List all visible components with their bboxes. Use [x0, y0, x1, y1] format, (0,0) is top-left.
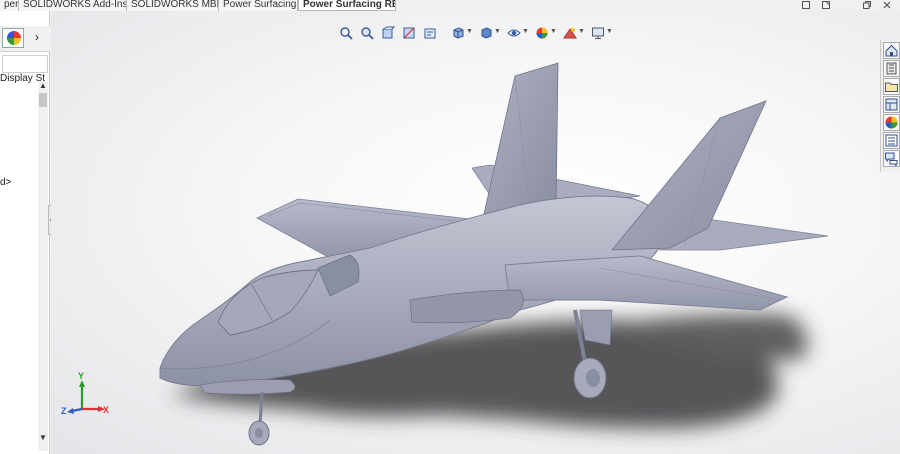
task-pane-tabs: [880, 40, 900, 172]
display-style-dropdown-icon[interactable]: ▼: [494, 28, 501, 35]
view-settings-dropdown-icon[interactable]: ▼: [606, 28, 613, 35]
panel-tab-bar: ›: [0, 26, 50, 52]
scroll-down-icon[interactable]: ▼: [38, 433, 48, 443]
chevron-right-icon[interactable]: ›: [35, 30, 47, 46]
hide-show-dropdown-icon[interactable]: ▼: [522, 28, 529, 35]
dynamic-annotation-views-icon[interactable]: [421, 24, 439, 42]
apply-scene-icon[interactable]: [561, 24, 579, 42]
file-explorer-icon[interactable]: [883, 78, 900, 95]
tab-solidworks-add-ins[interactable]: SOLIDWORKS Add-Ins: [19, 0, 127, 11]
custom-properties-icon[interactable]: [883, 132, 900, 149]
triad-y-label: Y: [78, 371, 85, 381]
appearances-scenes-icon[interactable]: [883, 114, 900, 131]
tab-power-surfacing-re[interactable]: Power Surfacing RE: [298, 0, 396, 11]
restore-icon[interactable]: [799, 0, 813, 11]
hide-show-items-icon[interactable]: [505, 24, 523, 42]
view-orientation-dropdown-icon[interactable]: ▼: [466, 28, 473, 35]
restore-down-icon[interactable]: [860, 0, 874, 11]
scene-dropdown-icon[interactable]: ▼: [578, 28, 585, 35]
zoom-to-area-icon[interactable]: [358, 24, 376, 42]
reference-triad: Y Z X: [60, 371, 110, 420]
appearance-ball-icon: [7, 31, 21, 45]
forum-icon[interactable]: [883, 150, 900, 167]
view-palette-icon[interactable]: [883, 96, 900, 113]
zoom-to-fit-icon[interactable]: [337, 24, 355, 42]
previous-view-icon[interactable]: [379, 24, 397, 42]
tree-item[interactable]: d>: [0, 177, 11, 188]
tab-power-surfacing[interactable]: Power Surfacing: [219, 0, 298, 11]
view-orientation-icon[interactable]: [449, 24, 467, 42]
maximize-icon[interactable]: [819, 0, 833, 11]
display-manager-tab[interactable]: [2, 28, 24, 48]
tab-expert[interactable]: pert: [0, 0, 19, 11]
heads-up-view-toolbar: ▼ ▼ ▼ ▼ ▼ ▼: [337, 24, 617, 44]
aircraft-model[interactable]: [51, 11, 900, 454]
design-library-icon[interactable]: [883, 60, 900, 77]
edit-appearance-icon[interactable]: [533, 24, 551, 42]
scroll-up-icon[interactable]: ▲: [38, 81, 48, 91]
solidworks-resources-icon[interactable]: [883, 42, 900, 59]
display-style-icon[interactable]: [477, 24, 495, 42]
left-vertical-tail: [483, 62, 559, 215]
scroll-thumb[interactable]: [39, 93, 47, 107]
filter-input[interactable]: [2, 55, 48, 73]
tab-solidworks-mbd[interactable]: SOLIDWORKS MBD: [127, 0, 219, 11]
panel-scrollbar[interactable]: ▲ ▼: [38, 81, 48, 451]
section-view-icon[interactable]: [400, 24, 418, 42]
view-settings-icon[interactable]: [589, 24, 607, 42]
appearance-dropdown-icon[interactable]: ▼: [550, 28, 557, 35]
triad-x-label: X: [103, 405, 110, 415]
triad-z-label: Z: [61, 406, 67, 416]
feature-manager-panel: › Display St d> ▲ ▼: [0, 11, 50, 454]
command-manager-tabs: pert SOLIDWORKS Add-Ins SOLIDWORKS MBD P…: [0, 0, 900, 11]
close-icon[interactable]: [880, 0, 894, 11]
graphics-area[interactable]: ▼ ▼ ▼ ▼ ▼ ▼ Y Z X: [51, 11, 900, 454]
